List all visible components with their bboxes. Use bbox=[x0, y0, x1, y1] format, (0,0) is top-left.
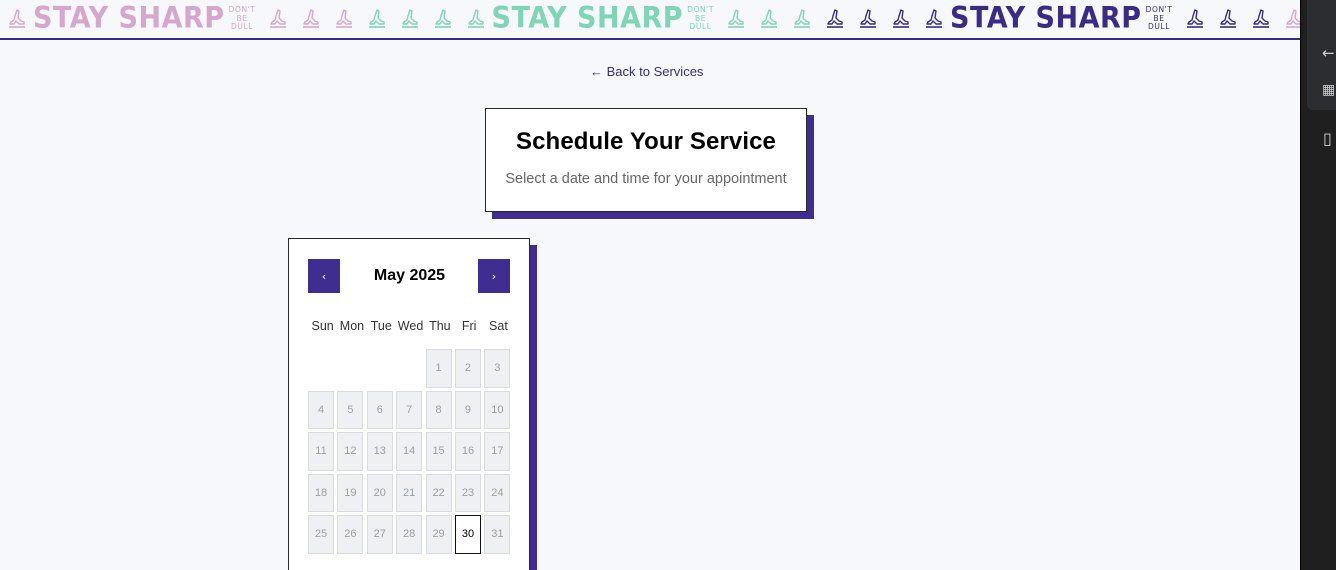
banner-tagline: DON'T BE DULL bbox=[228, 5, 256, 32]
calendar-day-disabled: 28 bbox=[396, 515, 423, 554]
previous-month-button[interactable]: ‹ bbox=[308, 259, 340, 293]
banner-tagline: DON'T BE DULL bbox=[687, 5, 714, 32]
skater-icon bbox=[818, 0, 851, 38]
calendar-day-disabled: 7 bbox=[396, 390, 423, 429]
banner-wordmark: STAY SHARP bbox=[33, 1, 225, 36]
side-panel: ← ▦ ▯ bbox=[1300, 0, 1336, 570]
calendar-day-disabled: 4 bbox=[308, 390, 334, 429]
calendar-day-disabled: 20 bbox=[366, 473, 393, 512]
calendar-day-disabled: 6 bbox=[366, 390, 393, 429]
skater-icon bbox=[1244, 0, 1277, 38]
calendar-day-disabled: 13 bbox=[366, 432, 393, 471]
skater-icon bbox=[294, 0, 327, 38]
calendar-day-disabled: 22 bbox=[425, 473, 452, 512]
banner-slogan: STAY SHARP DON'T BE DULL bbox=[950, 0, 1300, 38]
date-picker-calendar: ‹ May 2025 › Sun Mon Tue Wed Thu Fri Sat 12345… bbox=[288, 238, 530, 570]
skater-icon bbox=[884, 0, 917, 38]
calendar-day-disabled: 15 bbox=[425, 432, 452, 471]
weekday-header-row: Sun Mon Tue Wed Thu Fri Sat bbox=[308, 319, 513, 333]
calendar-day-disabled: 21 bbox=[396, 473, 423, 512]
calendar-day-disabled: 2 bbox=[454, 349, 481, 388]
calendar-day-disabled: 17 bbox=[484, 432, 511, 471]
page-title: Schedule Your Service bbox=[516, 128, 776, 155]
stay-sharp-banner: STAY SHARP DON'T BE DULL STAY SHARP DON'T BE DU… bbox=[0, 0, 1300, 40]
banner-slogan: STAY SHARP DON'T BE DULL bbox=[492, 0, 951, 38]
calendar-day-disabled: 24 bbox=[484, 473, 511, 512]
calendar-day-disabled: 5 bbox=[337, 390, 364, 429]
calendar-day-disabled: 1 bbox=[425, 349, 452, 388]
skater-icon bbox=[1178, 0, 1211, 38]
calendar-day-disabled: 25 bbox=[308, 515, 334, 554]
calendar-day-available[interactable]: 30 bbox=[454, 515, 481, 554]
calendar-day-disabled: 29 bbox=[425, 515, 452, 554]
banner-slogan: STAY SHARP DON'T BE DULL bbox=[33, 0, 492, 38]
calendar-day-disabled: 9 bbox=[454, 390, 481, 429]
calendar-day-disabled: 26 bbox=[337, 515, 364, 554]
next-month-button[interactable]: › bbox=[478, 259, 510, 293]
weekday-label: Thu bbox=[429, 319, 451, 333]
empty-day-cell bbox=[396, 349, 422, 388]
skater-icon bbox=[327, 0, 360, 38]
skater-icon bbox=[426, 0, 459, 38]
empty-day-cell bbox=[337, 349, 363, 388]
banner-wordmark: STAY SHARP bbox=[950, 1, 1142, 36]
weekday-label: Fri bbox=[461, 319, 477, 333]
calendar-day-disabled: 27 bbox=[366, 515, 393, 554]
skater-icon bbox=[459, 0, 492, 38]
calendar-day-disabled: 18 bbox=[308, 473, 334, 512]
weekday-label: Wed bbox=[397, 319, 424, 333]
skater-icon bbox=[851, 0, 884, 38]
skater-icon bbox=[1211, 0, 1244, 38]
skater-icon bbox=[752, 0, 785, 38]
banner-wordmark: STAY SHARP bbox=[491, 1, 684, 36]
grid-icon[interactable]: ▦ bbox=[1322, 82, 1335, 98]
arrow-left-icon[interactable]: ← bbox=[1322, 44, 1335, 62]
calendar-day-disabled: 23 bbox=[454, 473, 481, 512]
calendar-day-disabled: 19 bbox=[337, 473, 364, 512]
skater-icon bbox=[1277, 0, 1300, 38]
side-panel-header: ← ▦ bbox=[1307, 0, 1336, 110]
skater-icon bbox=[0, 0, 33, 38]
empty-day-cell bbox=[367, 349, 393, 388]
skater-icon bbox=[360, 0, 393, 38]
skater-icon bbox=[393, 0, 426, 38]
calendar-day-disabled: 8 bbox=[425, 390, 452, 429]
calendar-day-disabled: 10 bbox=[484, 390, 511, 429]
skater-icon bbox=[719, 0, 752, 38]
skater-icon bbox=[917, 0, 950, 38]
calendar-day-disabled: 11 bbox=[308, 432, 334, 471]
skater-icon bbox=[785, 0, 818, 38]
weekday-label: Sun bbox=[311, 319, 334, 333]
empty-day-cell bbox=[308, 349, 334, 388]
calendar-month-label: May 2025 bbox=[373, 267, 446, 284]
calendar-day-disabled: 31 bbox=[484, 515, 511, 554]
calendar-day-grid: 1 2 3 4 5 6 7 8 9 10 11 12 13 14 15 16 17 18 19 20 21 22 23 24 2… bbox=[308, 349, 511, 554]
calendar-day-disabled: 3 bbox=[484, 349, 511, 388]
skater-icon bbox=[261, 0, 294, 38]
phone-icon[interactable]: ▯ bbox=[1323, 129, 1332, 148]
banner-track: STAY SHARP DON'T BE DULL STAY SHARP DON'T BE DU… bbox=[0, 0, 1300, 38]
page-subtitle: Select a date and time for your appointm… bbox=[505, 171, 787, 187]
weekday-label: Mon bbox=[339, 319, 365, 333]
weekday-label: Tue bbox=[370, 319, 392, 333]
weekday-label: Sat bbox=[489, 319, 508, 333]
banner-tagline: DON'T BE DULL bbox=[1145, 5, 1173, 32]
calendar-day-disabled: 16 bbox=[454, 432, 481, 471]
schedule-header-card: Schedule Your Service Select a date and … bbox=[485, 108, 807, 212]
back-to-services-link[interactable]: ← Back to Services bbox=[590, 64, 703, 79]
calendar-day-disabled: 12 bbox=[337, 432, 364, 471]
calendar-day-disabled: 14 bbox=[396, 432, 423, 471]
